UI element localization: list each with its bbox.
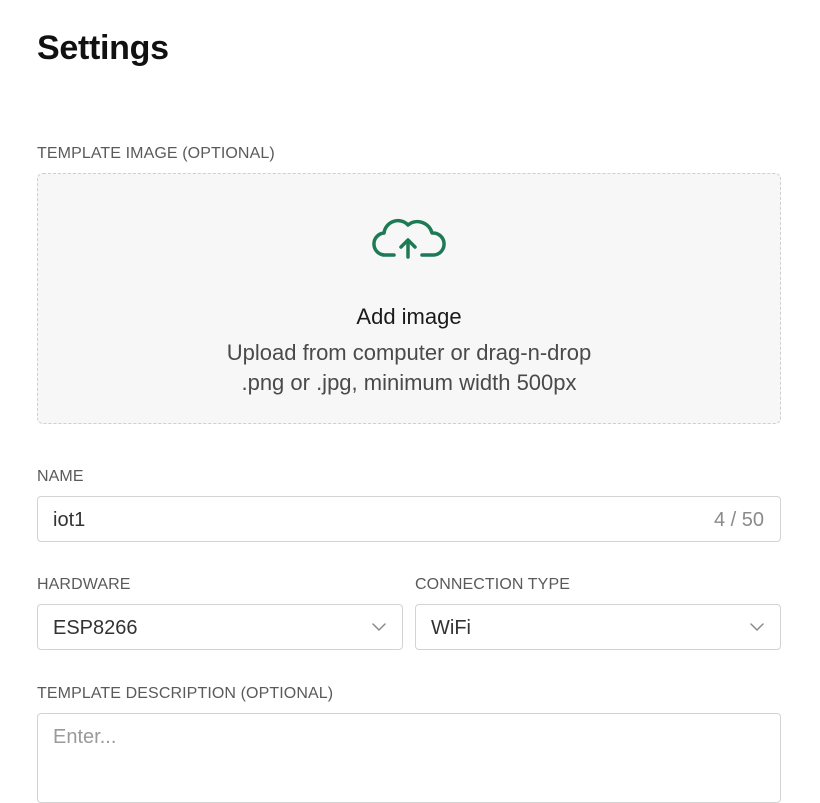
connection-type-select[interactable]: WiFi [415,604,781,650]
connection-type-value: WiFi [431,617,471,639]
name-input[interactable]: iot1 4 / 50 [37,496,781,542]
cloud-upload-icon [372,218,446,259]
character-counter: 4 / 50 [713,509,764,531]
hardware-label: HARDWARE [37,576,131,593]
name-label: NAME [37,468,84,485]
image-requirements: .png or .jpg, minimum width 500px [241,370,577,395]
upload-instructions: Upload from computer or drag-n-drop [226,340,592,365]
connection-type-label: CONNECTION TYPE [415,576,570,593]
chevron-down-icon [372,623,386,631]
template-image-label: TEMPLATE IMAGE (OPTIONAL) [37,145,275,162]
template-description-label: TEMPLATE DESCRIPTION (OPTIONAL) [37,685,334,702]
template-description-textarea[interactable]: Enter... [37,713,781,803]
hardware-select[interactable]: ESP8266 [37,604,403,650]
name-value: iot1 [53,509,86,531]
page-title: Settings [37,29,169,67]
description-placeholder: Enter... [53,726,117,748]
hardware-value: ESP8266 [53,617,138,639]
image-dropzone[interactable]: Add image Upload from computer or drag-n… [37,173,781,424]
add-image-title: Add image [356,304,462,329]
chevron-down-icon [750,623,764,631]
